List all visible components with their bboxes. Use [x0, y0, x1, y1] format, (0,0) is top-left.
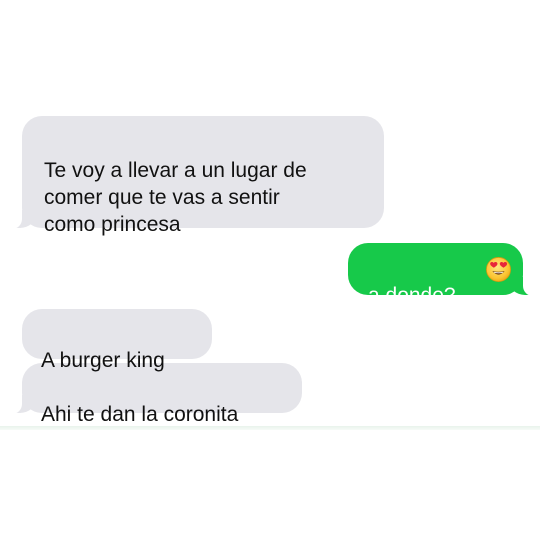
message-text: A burger king — [41, 349, 165, 372]
input-bar-divider — [0, 426, 540, 430]
outgoing-message-bubble[interactable]: a donde? — [348, 243, 533, 307]
message-text: Te voy a llevar a un lugar de comer que … — [44, 159, 307, 236]
message-text: Ahi te dan la coronita — [41, 403, 239, 426]
message-thread: Te voy a llevar a un lugar de comer que … — [0, 0, 540, 540]
heart-eyes-emoji-icon — [486, 257, 511, 282]
incoming-message-bubble[interactable]: A burger king — [22, 309, 212, 372]
incoming-message-bubble[interactable]: Te voy a llevar a un lugar de comer que … — [12, 116, 384, 236]
message-text: a donde? — [368, 284, 456, 307]
